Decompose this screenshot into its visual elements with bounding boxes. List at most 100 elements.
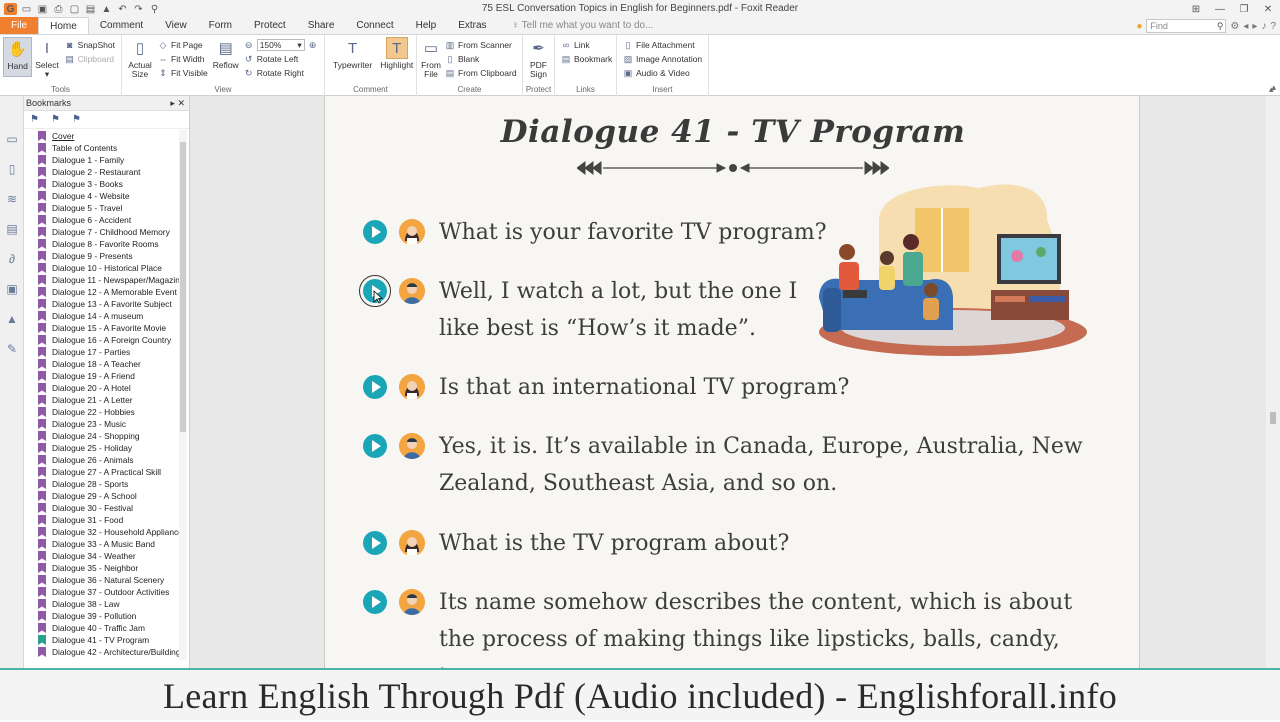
save-icon[interactable]: ▣ <box>36 3 49 15</box>
comments-panel-icon[interactable]: ▤ <box>0 214 24 244</box>
bookmark-item[interactable]: Dialogue 15 - A Favorite Movie <box>24 322 180 334</box>
bookmark-item[interactable]: Dialogue 39 - Pollution <box>24 610 180 622</box>
zoom-select[interactable]: 150% ▾ <box>256 39 305 51</box>
bookmark-item[interactable]: Dialogue 38 - Law <box>24 598 180 610</box>
expand-icon[interactable]: ▸ <box>170 98 175 108</box>
tab-help[interactable]: Help <box>405 17 448 34</box>
layers-panel-icon[interactable]: ≋ <box>0 184 24 214</box>
attachments-panel-icon[interactable]: ∂ <box>0 244 24 274</box>
settings-icon[interactable]: ⚙ <box>1230 21 1239 32</box>
scroll-thumb[interactable] <box>1270 412 1276 424</box>
fit-width-button[interactable]: ⇔ Fit Width <box>158 53 208 65</box>
play-audio-button[interactable] <box>363 590 387 614</box>
clipboard-button[interactable]: ▤ Clipboard <box>65 53 115 65</box>
lock-icon[interactable]: ▲ <box>100 3 113 15</box>
from-clipboard-button[interactable]: ▤ From Clipboard <box>445 67 517 79</box>
tab-file[interactable]: File <box>0 17 39 34</box>
tab-comment[interactable]: Comment <box>89 17 154 34</box>
play-audio-button[interactable] <box>363 434 387 458</box>
print-icon[interactable]: ⎙ <box>52 3 65 15</box>
bookmark-item[interactable]: Dialogue 5 - Travel <box>24 202 180 214</box>
bookmark-item[interactable]: Dialogue 33 - A Music Band <box>24 538 180 550</box>
scroll-thumb[interactable] <box>180 142 186 432</box>
bookmark-item[interactable]: Dialogue 37 - Outdoor Activities <box>24 586 180 598</box>
find-input[interactable]: Find ⚲ <box>1146 19 1227 33</box>
bookmark-item[interactable]: Dialogue 18 - A Teacher <box>24 358 180 370</box>
notification-icon[interactable]: ● <box>1136 21 1142 32</box>
bookmark-item[interactable]: Dialogue 27 - A Practical Skill <box>24 466 180 478</box>
zoom-in-icon[interactable]: ⊕ <box>308 40 318 50</box>
tools-panel-icon[interactable]: ✎ <box>0 334 24 364</box>
pages-panel-icon[interactable]: ▯ <box>0 154 24 184</box>
bookmark-item[interactable]: Dialogue 19 - A Friend <box>24 370 180 382</box>
bookmark-item[interactable]: Dialogue 8 - Favorite Rooms <box>24 238 180 250</box>
bookmark-item[interactable]: Dialogue 22 - Hobbies <box>24 406 180 418</box>
bookmark-item[interactable]: Dialogue 41 - TV Program <box>24 634 180 646</box>
bookmark-item[interactable]: Dialogue 25 - Holiday <box>24 442 180 454</box>
from-scanner-button[interactable]: ▥ From Scanner <box>445 39 517 51</box>
bell-icon[interactable]: ♪ <box>1261 21 1266 32</box>
bookmark-item[interactable]: Dialogue 28 - Sports <box>24 478 180 490</box>
zoom-out-icon[interactable]: ⊖ <box>244 40 254 50</box>
bookmark-item[interactable]: Dialogue 6 - Accident <box>24 214 180 226</box>
bookmark-item[interactable]: Dialogue 32 - Household Appliance <box>24 526 180 538</box>
bookmark-item[interactable]: Dialogue 35 - Neighbor <box>24 562 180 574</box>
search-icon[interactable]: ⚲ <box>1217 20 1224 32</box>
bookmark-item[interactable]: Dialogue 3 - Books <box>24 178 180 190</box>
bookmark-options-icon[interactable]: ⚑ <box>72 114 81 125</box>
play-audio-button[interactable] <box>363 220 387 244</box>
tab-home[interactable]: Home <box>38 17 89 34</box>
security-panel-icon[interactable]: ▲ <box>0 304 24 334</box>
bookmark-item[interactable]: Dialogue 20 - A Hotel <box>24 382 180 394</box>
bookmark-item[interactable]: Table of Contents <box>24 142 180 154</box>
play-audio-button[interactable] <box>363 375 387 399</box>
bookmark-item[interactable]: Dialogue 30 - Festival <box>24 502 180 514</box>
bookmark-item[interactable]: Dialogue 7 - Childhood Memory <box>24 226 180 238</box>
restore-panels-icon[interactable]: ⊞ <box>1184 0 1208 18</box>
bookmark-item[interactable]: Dialogue 10 - Historical Place <box>24 262 180 274</box>
help-icon[interactable]: ? <box>1270 21 1276 32</box>
file-attachment-button[interactable]: ▯ File Attachment <box>623 39 702 51</box>
bookmark-item[interactable]: Dialogue 9 - Presents <box>24 250 180 262</box>
play-audio-button[interactable] <box>363 531 387 555</box>
bookmark-item[interactable]: Dialogue 40 - Traffic Jam <box>24 622 180 634</box>
bookmark-item[interactable]: Dialogue 2 - Restaurant <box>24 166 180 178</box>
bookmark-item[interactable]: Dialogue 14 - A museum <box>24 310 180 322</box>
blank-button[interactable]: ▯ Blank <box>445 53 517 65</box>
minimize-button[interactable]: — <box>1208 0 1232 18</box>
forward-icon[interactable]: ▸ <box>1252 21 1257 32</box>
bookmark-item[interactable]: Dialogue 13 - A Favorite Subject <box>24 298 180 310</box>
tab-connect[interactable]: Connect <box>345 17 404 34</box>
bookmark-item[interactable]: Cover <box>24 130 180 142</box>
maximize-button[interactable]: ❐ <box>1232 0 1256 18</box>
bookmark-item[interactable]: Dialogue 34 - Weather <box>24 550 180 562</box>
fit-visible-button[interactable]: ⇕ Fit Visible <box>158 67 207 79</box>
tab-icon[interactable]: ▤ <box>84 3 97 15</box>
close-button[interactable]: ✕ <box>1256 0 1280 18</box>
bookmarks-scrollbar[interactable] <box>179 130 187 660</box>
tab-extras[interactable]: Extras <box>447 17 497 34</box>
redo-icon[interactable]: ↷ <box>132 3 145 15</box>
tab-share[interactable]: Share <box>297 17 346 34</box>
bookmark-item[interactable]: Dialogue 16 - A Foreign Country <box>24 334 180 346</box>
bookmark-button[interactable]: ▤ Bookmark <box>561 53 613 65</box>
scroll-up-icon[interactable]: ▴ <box>1269 84 1274 95</box>
new-icon[interactable]: ▢ <box>68 3 81 15</box>
bookmark-item[interactable]: Dialogue 36 - Natural Scenery <box>24 574 180 586</box>
fit-page-button[interactable]: ◇ Fit Page <box>158 39 208 51</box>
tab-form[interactable]: Form <box>198 17 243 34</box>
undo-icon[interactable]: ↶ <box>116 3 129 15</box>
bookmarks-panel-icon[interactable]: ▭ <box>0 124 24 154</box>
rotate-left-button[interactable]: ↺ Rotate Left <box>244 53 318 65</box>
audio-video-button[interactable]: ▣ Audio & Video <box>623 67 702 79</box>
image-annotation-button[interactable]: ▨ Image Annotation <box>623 53 702 65</box>
snapshot-button[interactable]: ◙ SnapShot <box>65 39 115 51</box>
bookmark-item[interactable]: Dialogue 26 - Animals <box>24 454 180 466</box>
link-button[interactable]: ∞ Link <box>561 39 612 51</box>
bookmark-item[interactable]: Dialogue 42 - Architecture/Building <box>24 646 180 658</box>
bookmark-item[interactable]: Dialogue 12 - A Memorable Event <box>24 286 180 298</box>
bookmark-item[interactable]: Dialogue 21 - A Letter <box>24 394 180 406</box>
rotate-right-button[interactable]: ↻ Rotate Right <box>244 67 318 79</box>
close-panel-icon[interactable]: ✕ <box>177 98 185 108</box>
new-bookmark-icon[interactable]: ⚑ <box>30 114 39 125</box>
